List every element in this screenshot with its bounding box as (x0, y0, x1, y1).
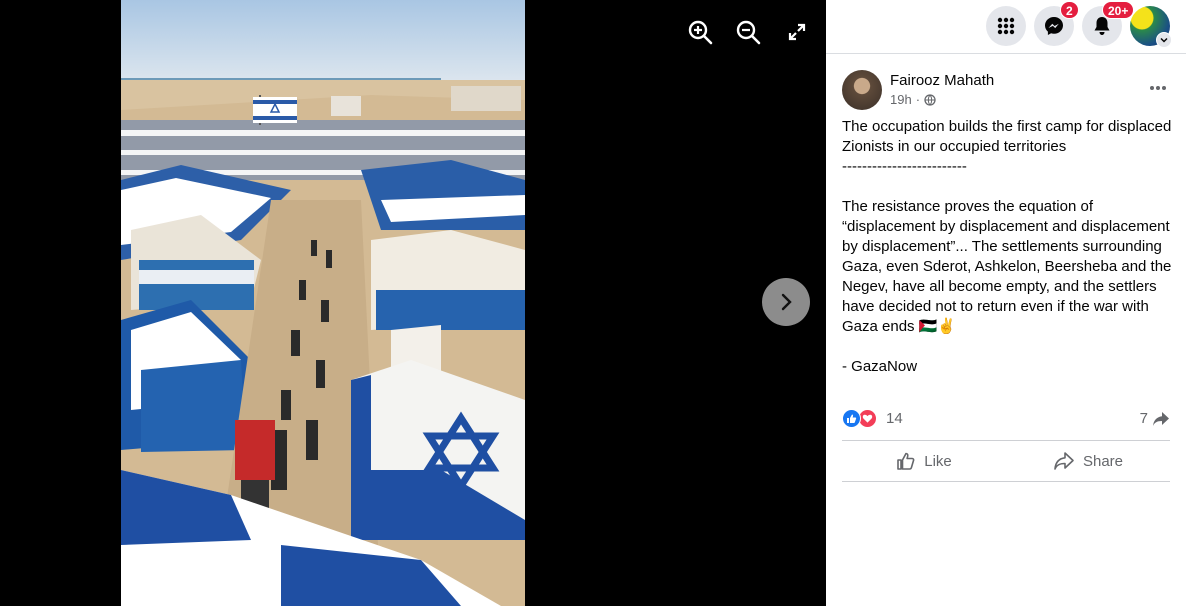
shares-count-value: 7 (1139, 410, 1148, 427)
notifications-button[interactable]: 20+ (1082, 1, 1135, 46)
grid-menu-icon (997, 17, 1015, 35)
post-panel: 2 20+ Fairooz Mahath 19h · The occupatio… (826, 0, 1186, 606)
post-photo[interactable] (121, 0, 525, 606)
share-arrow-icon (1153, 411, 1169, 426)
post-options-button[interactable] (1146, 78, 1170, 98)
post-body: The occupation builds the first camp for… (842, 117, 1178, 377)
zoom-in-icon (688, 20, 713, 45)
chevron-down-icon (1160, 37, 1168, 43)
post-line: The resistance proves the equation of “d… (842, 198, 1172, 335)
like-button[interactable]: Like (842, 441, 1006, 481)
messenger-icon (1045, 17, 1063, 35)
share-icon (1054, 452, 1074, 470)
zoom-out-icon (736, 20, 761, 45)
thumbs-up-icon (897, 452, 915, 470)
post-line (842, 337, 1178, 357)
shares-count[interactable]: 7 (1140, 410, 1170, 427)
fullscreen-button[interactable] (783, 18, 811, 46)
globe-icon[interactable] (924, 93, 936, 106)
meta-dot: · (915, 92, 921, 107)
more-dots-icon (1150, 86, 1166, 90)
post-line (842, 177, 1178, 197)
post-line: - GazaNow (842, 358, 918, 375)
post-actions: Like Share (842, 440, 1170, 482)
post-header: Fairooz Mahath 19h · (842, 70, 1170, 112)
post-time[interactable]: 19h (890, 92, 912, 107)
reactions-count[interactable]: 14 (886, 410, 903, 427)
top-bar: 2 20+ (826, 0, 1186, 54)
post-meta: 19h · (890, 92, 936, 107)
like-label: Like (924, 452, 952, 470)
reactions-bar: 14 7 (842, 408, 1170, 430)
chevron-right-icon (781, 293, 792, 311)
notifications-badge: 20+ (1102, 1, 1135, 19)
photo-viewer (0, 0, 826, 606)
share-button[interactable]: Share (1006, 441, 1170, 481)
menu-button[interactable] (986, 6, 1026, 46)
author-avatar[interactable] (842, 70, 882, 110)
author-name[interactable]: Fairooz Mahath (890, 72, 994, 89)
zoom-out-button[interactable] (734, 18, 762, 46)
like-reaction-icon[interactable] (842, 409, 861, 428)
post-line: ------------------------- (842, 158, 967, 175)
fullscreen-icon (788, 23, 806, 41)
share-label: Share (1082, 452, 1124, 470)
account-avatar-button[interactable] (1130, 6, 1172, 48)
messenger-button[interactable]: 2 (1034, 1, 1079, 46)
account-chevron (1156, 32, 1172, 48)
messenger-badge: 2 (1060, 1, 1079, 19)
next-photo-button[interactable] (762, 278, 810, 326)
zoom-in-button[interactable] (686, 18, 714, 46)
post-line: The occupation builds the first camp for… (842, 118, 1172, 155)
